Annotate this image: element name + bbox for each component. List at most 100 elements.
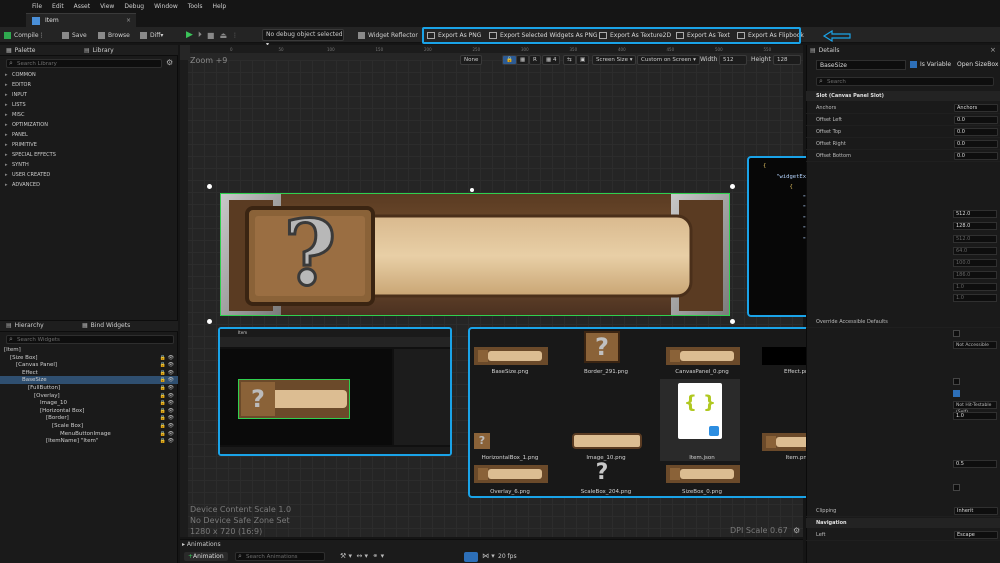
file-thumbnail[interactable]	[474, 465, 548, 483]
file-thumbnail[interactable]	[666, 347, 740, 365]
file-thumbnail[interactable]	[666, 465, 740, 483]
palette-category[interactable]: INPUT	[0, 90, 178, 100]
tab-bind-widgets[interactable]: ▦ Bind Widgets	[82, 322, 130, 329]
palette-category[interactable]: PANEL	[0, 130, 178, 140]
width-input[interactable]: 512	[719, 55, 747, 65]
screen-size-select[interactable]: Screen Size ▾	[592, 55, 637, 65]
timeline-options-icon[interactable]: ⋈ ▾	[482, 552, 495, 560]
tab-item[interactable]: Item ×	[26, 13, 136, 27]
fill-mode-select[interactable]: Custom on Screen ▾	[637, 55, 700, 65]
details-search-input[interactable]: Search	[816, 77, 994, 86]
tab-animations[interactable]: ▸ Animations	[182, 541, 221, 548]
open-sizebox-link[interactable]: Open SizeBox	[957, 61, 998, 68]
menu-edit[interactable]: Edit	[52, 3, 64, 10]
render-opacity-input[interactable]: 1.0	[953, 412, 997, 420]
widget-name-input[interactable]: BaseSize	[816, 60, 906, 70]
grid-size-toggle[interactable]: ▦ 4	[542, 55, 561, 65]
checkbox[interactable]	[953, 390, 960, 397]
animation-tool-icons[interactable]: ⚒ ▾ ↔ ▾ ⚭ ▾	[340, 552, 384, 560]
stop-icon[interactable]: ■	[207, 31, 215, 40]
menu-debug[interactable]: Debug	[124, 3, 144, 10]
grid-toggle[interactable]: ▦	[516, 55, 530, 65]
palette-category[interactable]: MISC	[0, 110, 178, 120]
file-thumbnail[interactable]: ?	[584, 331, 620, 363]
library-search-input[interactable]: Search Library	[6, 59, 162, 68]
close-icon[interactable]: ×	[126, 17, 131, 24]
tab-library[interactable]: ▤ Library	[84, 47, 114, 54]
options-icon[interactable]: ⋮	[232, 32, 238, 39]
widget-reflector-button[interactable]: Widget Reflector	[358, 29, 418, 41]
compile-button[interactable]: Compile ⋮	[4, 29, 45, 41]
close-icon[interactable]: ×	[990, 46, 996, 54]
palette-category[interactable]: USER CREATED	[0, 170, 178, 180]
property-value-input[interactable]: 512.0	[953, 210, 997, 218]
widget-search-input[interactable]: Search Widgets	[6, 335, 174, 344]
height-input[interactable]: 128	[773, 55, 801, 65]
resize-handle[interactable]	[730, 319, 735, 324]
value-input[interactable]: 0.5	[953, 460, 997, 468]
menu-file[interactable]: File	[32, 3, 42, 10]
item-widget-preview[interactable]: ?	[220, 193, 730, 316]
resize-handle[interactable]	[730, 184, 735, 189]
palette-category[interactable]: EDITOR	[0, 80, 178, 90]
palette-category[interactable]: PRIMITIVE	[0, 140, 178, 150]
palette-category[interactable]: COMMON	[0, 70, 178, 80]
step-icon[interactable]: ⏵	[198, 30, 202, 40]
property-value-input[interactable]: 186.0	[953, 271, 997, 279]
preview-toggle[interactable]: ▣	[576, 55, 590, 65]
accessible-select[interactable]: Not Accessible	[953, 341, 997, 349]
lock-button[interactable]: 🔒	[502, 55, 517, 65]
eject-icon[interactable]: ⏏	[219, 31, 227, 40]
is-variable-checkbox[interactable]	[910, 61, 917, 68]
r-toggle[interactable]: R	[529, 55, 541, 65]
clipping-select[interactable]: Inherit	[954, 507, 998, 515]
flip-toggle[interactable]: ⇆	[563, 55, 576, 65]
property-value-input[interactable]: 64.0	[953, 247, 997, 255]
resize-handle[interactable]	[207, 184, 212, 189]
resize-handle[interactable]	[470, 188, 474, 192]
hierarchy-row[interactable]: [ItemName] "Item" 🔒 👁	[0, 437, 178, 445]
debug-object-select[interactable]: No debug object selected ▾	[262, 29, 344, 48]
file-thumbnail[interactable]	[474, 347, 548, 365]
menu-help[interactable]: Help	[213, 3, 227, 10]
palette-category[interactable]: OPTIMIZATION	[0, 120, 178, 130]
tab-hierarchy[interactable]: ▤ Hierarchy	[6, 322, 44, 329]
menu-view[interactable]: View	[100, 3, 114, 10]
slot-row-value[interactable]: 0.0	[954, 152, 998, 160]
save-button[interactable]: Save	[62, 29, 87, 41]
file-thumbnail[interactable]	[572, 433, 642, 449]
resize-handle[interactable]	[207, 319, 212, 324]
slot-section[interactable]: Slot (Canvas Panel Slot)	[806, 91, 1000, 101]
property-value-input[interactable]: 512.0	[953, 235, 997, 243]
browse-button[interactable]: Browse	[98, 29, 130, 41]
property-value-input[interactable]: 1.0	[953, 283, 997, 291]
palette-category[interactable]: SPECIAL EFFECTS	[0, 150, 178, 160]
palette-category[interactable]: ADVANCED	[0, 180, 178, 190]
add-animation-button[interactable]: +Animation	[184, 552, 228, 561]
diff-button[interactable]: Diff ▾	[140, 29, 163, 41]
checkbox[interactable]	[953, 484, 960, 491]
tab-details[interactable]: ▤ Details	[810, 47, 839, 54]
animation-search-input[interactable]: Search Animations	[235, 552, 325, 561]
nav-left-select[interactable]: Escape	[954, 531, 998, 539]
property-value-input[interactable]: 1.0	[953, 294, 997, 302]
property-value-input[interactable]: 128.0	[953, 222, 997, 230]
property-value-input[interactable]: 100.0	[953, 259, 997, 267]
slot-row-value[interactable]: 0.0	[954, 140, 998, 148]
slot-row-value[interactable]: 0.0	[954, 116, 998, 124]
visibility-select[interactable]: Not Hit-Testable (Self)	[953, 401, 997, 415]
tab-palette[interactable]: ▦ Palette	[6, 47, 35, 54]
none-toggle[interactable]: None	[460, 55, 483, 65]
slot-row-value[interactable]: 0.0	[954, 128, 998, 136]
play-icon[interactable]: ▶	[186, 30, 193, 40]
menu-window[interactable]: Window	[154, 3, 178, 10]
menu-tools[interactable]: Tools	[188, 3, 203, 10]
file-thumbnail[interactable]: ?	[592, 461, 612, 485]
slot-row-value[interactable]: Anchors	[954, 104, 998, 112]
menu-asset[interactable]: Asset	[74, 3, 90, 10]
visibility-eye-icon[interactable]: 🔒 👁	[160, 437, 174, 445]
checkbox[interactable]	[953, 378, 960, 385]
settings-gear-icon[interactable]: ⚙	[166, 58, 173, 67]
navigation-section[interactable]: Navigation	[806, 518, 1000, 528]
palette-category[interactable]: LISTS	[0, 100, 178, 110]
